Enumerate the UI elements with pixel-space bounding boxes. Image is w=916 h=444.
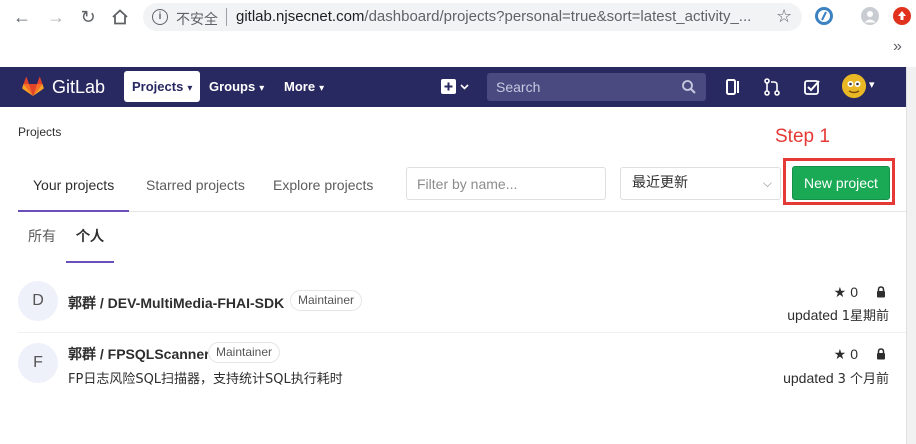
project-stars[interactable]: ★ 0: [834, 284, 858, 301]
project-description: FP日志风险SQL扫描器，支持统计SQL执行耗时: [68, 372, 343, 387]
chevron-down-icon: ▾: [319, 83, 325, 94]
chevron-down-icon: ▾: [187, 83, 193, 94]
subtab-all[interactable]: 所有: [28, 213, 56, 263]
reload-icon[interactable]: ↻: [76, 5, 100, 29]
project-avatar[interactable]: D: [18, 281, 58, 321]
tab-starred-projects[interactable]: Starred projects: [146, 158, 245, 212]
subtab-all-label: 所有: [28, 229, 56, 245]
tab-your-projects-label: Your projects: [33, 177, 115, 193]
url-path: /dashboard/projects?personal=true&sort=l…: [364, 8, 752, 25]
merge-requests-icon[interactable]: [762, 77, 782, 97]
row-divider: [18, 332, 906, 333]
insecure-label: 不安全: [176, 12, 218, 28]
lock-icon: [877, 348, 885, 360]
lock-icon: [877, 286, 885, 298]
project-row[interactable]: F 郭群 / FPSQLScanner Maintainer FP日志风险SQL…: [18, 342, 906, 392]
updated-time: 3 个月前: [837, 372, 889, 387]
bookmarks-overflow[interactable]: »: [893, 38, 902, 56]
new-project-button[interactable]: New project: [792, 166, 890, 200]
nav-projects-label: Projects: [132, 79, 184, 94]
new-dropdown-button[interactable]: [440, 77, 472, 97]
project-title[interactable]: 郭群 / FPSQLScanner: [68, 344, 210, 364]
back-icon[interactable]: ←: [10, 5, 34, 29]
tab-explore-projects[interactable]: Explore projects: [273, 158, 373, 212]
tab-your-projects[interactable]: Your projects: [18, 158, 130, 212]
sort-dropdown[interactable]: 最近更新 ⌵: [620, 167, 781, 200]
project-updated: updated 3 个月前: [783, 368, 889, 387]
chevron-down-icon: ▾: [259, 83, 265, 94]
star-count: 0: [850, 284, 858, 300]
tab-explore-projects-label: Explore projects: [273, 177, 374, 193]
url-host: gitlab.njsecnet.com: [236, 8, 365, 25]
project-namespace: 郭群: [68, 347, 96, 363]
info-icon[interactable]: i: [152, 9, 168, 25]
avatar-chevron-down-icon[interactable]: ▾: [869, 78, 875, 91]
star-icon: ★: [833, 284, 847, 300]
user-avatar[interactable]: [842, 74, 866, 98]
step-annotation: Step 1: [775, 126, 830, 147]
page-scrollbar[interactable]: [906, 67, 916, 444]
plus-square-icon: [441, 79, 469, 94]
updated-prefix: updated: [783, 370, 834, 386]
subtab-personal-label: 个人: [76, 229, 104, 245]
role-badge: Maintainer: [290, 290, 363, 311]
issues-icon[interactable]: [724, 77, 744, 97]
project-name: FPSQLScanner: [107, 346, 210, 362]
nav-more-menu[interactable]: More ▾: [276, 71, 332, 102]
project-stars[interactable]: ★ 0: [834, 346, 858, 363]
project-row[interactable]: D 郭群 / DEV-MultiMedia-FHAI-SDK Maintaine…: [18, 281, 906, 331]
nav-more-label: More: [284, 79, 316, 94]
gitlab-brand[interactable]: GitLab: [52, 77, 105, 98]
forward-icon[interactable]: →: [44, 5, 68, 29]
project-name: DEV-MultiMedia-FHAI-SDK: [107, 295, 285, 311]
filter-by-name-input[interactable]: [406, 167, 606, 200]
project-avatar[interactable]: F: [18, 343, 58, 383]
address-bar[interactable]: i 不安全 gitlab.njsecnet.com/dashboard/proj…: [143, 3, 802, 31]
project-scope-tabs: 所有 个人: [18, 213, 906, 263]
project-namespace: 郭群: [68, 296, 96, 312]
chevron-down-icon: ⌵: [762, 176, 772, 190]
project-title[interactable]: 郭群 / DEV-MultiMedia-FHAI-SDK: [68, 293, 284, 313]
nav-projects-menu[interactable]: Projects ▾: [124, 71, 201, 102]
bookmark-star-icon[interactable]: ☆: [776, 6, 792, 27]
url-text[interactable]: gitlab.njsecnet.com/dashboard/projects?p…: [236, 8, 766, 25]
avatar-image-icon: [842, 74, 866, 98]
gitlab-logo-icon[interactable]: [22, 77, 44, 97]
search-input[interactable]: [487, 73, 677, 101]
updated-prefix: updated: [787, 307, 838, 323]
home-icon[interactable]: [108, 5, 132, 29]
updated-time: 1星期前: [841, 309, 889, 324]
project-updated: updated 1星期前: [787, 305, 889, 324]
profile-icon[interactable]: [861, 7, 879, 25]
tab-starred-projects-label: Starred projects: [146, 177, 245, 193]
gitlab-navbar: GitLab Projects ▾ Groups ▾ More ▾ Search…: [0, 67, 906, 107]
sort-selected-value: 最近更新: [632, 175, 688, 191]
search-box[interactable]: [487, 73, 706, 101]
role-badge: Maintainer: [208, 342, 281, 363]
url-separator: [226, 8, 227, 26]
star-icon: ★: [833, 346, 847, 362]
update-icon[interactable]: [893, 7, 911, 25]
subtab-personal[interactable]: 个人: [66, 213, 114, 263]
browser-toolbar: ← → ↻ i 不安全 gitlab.njsecnet.com/dashboar…: [0, 0, 916, 34]
breadcrumb[interactable]: Projects: [18, 125, 61, 139]
nav-groups-label: Groups: [209, 79, 256, 94]
nav-groups-menu[interactable]: Groups ▾: [201, 71, 272, 102]
search-icon: [682, 80, 696, 94]
star-count: 0: [850, 346, 858, 362]
extension-icon[interactable]: [815, 7, 833, 25]
todos-icon[interactable]: [802, 77, 822, 97]
